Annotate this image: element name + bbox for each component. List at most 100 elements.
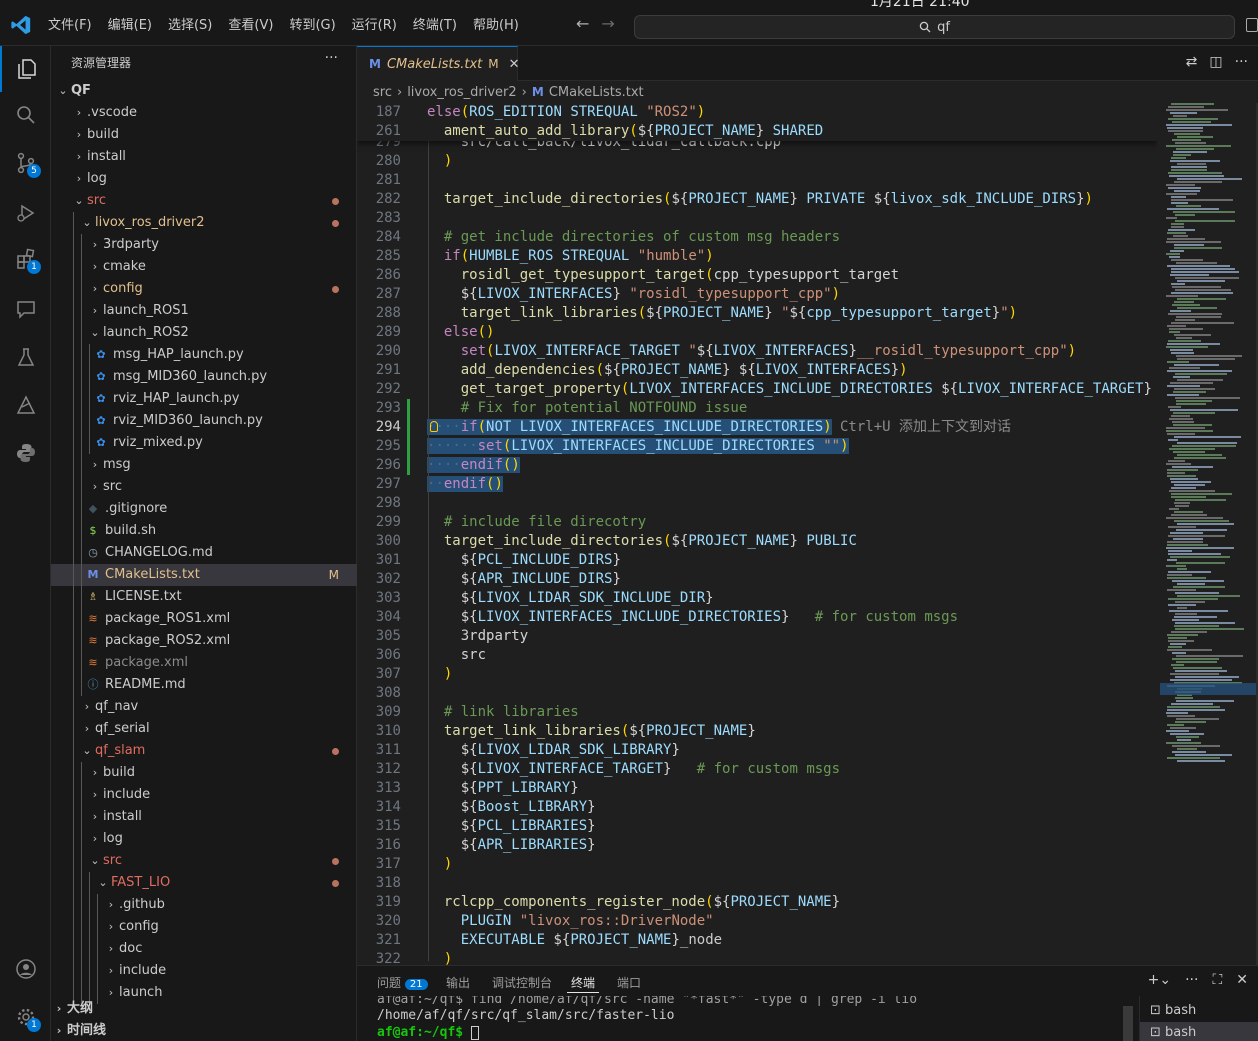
folder-item[interactable]: › log: [51, 828, 357, 850]
file-item[interactable]: ◷ CHANGELOG.md: [51, 542, 357, 564]
folder-item[interactable]: › config: [51, 916, 357, 938]
code-line[interactable]: 304 ${LIVOX_INTERFACES_INCLUDE_DIRECTORI…: [357, 608, 1157, 627]
source-control-activity[interactable]: 5: [0, 140, 51, 186]
code-line[interactable]: 296 ····endif(): [357, 456, 1157, 475]
testing-activity[interactable]: [0, 334, 51, 380]
menu-run[interactable]: 运行(R): [344, 16, 405, 36]
code-line[interactable]: 297 ··endif(): [357, 475, 1157, 494]
code-line[interactable]: 321 EXECUTABLE ${PROJECT_NAME}_node: [357, 931, 1157, 950]
tab-output[interactable]: 输出: [446, 974, 470, 991]
more-actions-icon[interactable]: ···: [1185, 972, 1198, 988]
command-center-search[interactable]: qf: [634, 15, 1235, 39]
file-item[interactable]: ✿ msg_MID360_launch.py: [51, 366, 357, 388]
code-line[interactable]: 320 PLUGIN "livox_ros::DriverNode": [357, 912, 1157, 931]
code-line[interactable]: 313 ${PPT_LIBRARY}: [357, 779, 1157, 798]
breadcrumb-livox[interactable]: livox_ros_driver2: [407, 85, 516, 100]
sticky-scroll-header[interactable]: 187 else(ROS_EDITION STREQUAL "ROS2") 261 …: [357, 103, 1157, 141]
code-line[interactable]: 318: [357, 874, 1157, 893]
sticky-line[interactable]: 187 else(ROS_EDITION STREQUAL "ROS2"): [357, 103, 1157, 122]
search-activity[interactable]: [0, 92, 51, 138]
more-actions-icon[interactable]: ···: [1235, 54, 1248, 70]
sticky-line[interactable]: 261 ament_auto_add_library(${PROJECT_NAM…: [357, 122, 1157, 141]
file-item[interactable]: ✿ rviz_mixed.py: [51, 432, 357, 454]
code-line[interactable]: 319 rclcpp_components_register_node(${PR…: [357, 893, 1157, 912]
code-line[interactable]: 298: [357, 494, 1157, 513]
compare-changes-icon[interactable]: ⇄: [1186, 54, 1198, 70]
folder-item[interactable]: ⌄ FAST_LIO: [51, 872, 357, 894]
remote-activity[interactable]: [0, 382, 51, 428]
file-item[interactable]: ⓘ README.md: [51, 674, 357, 696]
maximize-panel-icon[interactable]: ⛶: [1212, 972, 1222, 988]
code-line[interactable]: 308: [357, 684, 1157, 703]
code-line[interactable]: 306 src: [357, 646, 1157, 665]
menu-view[interactable]: 查看(V): [220, 16, 281, 36]
menu-selection[interactable]: 选择(S): [160, 16, 220, 36]
folder-item[interactable]: › build: [51, 124, 357, 146]
tab-debug-console[interactable]: 调试控制台: [492, 974, 552, 991]
new-terminal-icon[interactable]: +⌄: [1148, 972, 1171, 988]
menu-file[interactable]: 文件(F): [40, 16, 100, 36]
code-line[interactable]: 317 ): [357, 855, 1157, 874]
folder-item[interactable]: › launch_ROS1: [51, 300, 357, 322]
code-line[interactable]: 314 ${Boost_LIBRARY}: [357, 798, 1157, 817]
minimap[interactable]: [1160, 103, 1258, 965]
folder-item[interactable]: › install: [51, 146, 357, 168]
window-control-icon[interactable]: [1246, 18, 1258, 32]
folder-item[interactable]: › qf_serial: [51, 718, 357, 740]
code-line[interactable]: 316 ${APR_LIBRARIES}: [357, 836, 1157, 855]
folder-item[interactable]: › cmake: [51, 256, 357, 278]
folder-item[interactable]: ⌄ src: [51, 190, 357, 212]
code-line[interactable]: 300 target_include_directories(${PROJECT…: [357, 532, 1157, 551]
code-line[interactable]: 301 ${PCL_INCLUDE_DIRS}: [357, 551, 1157, 570]
code-line[interactable]: 292 get_target_property(LIVOX_INTERFACES…: [357, 380, 1157, 399]
folder-item[interactable]: › qf_nav: [51, 696, 357, 718]
outline-section[interactable]: › 大纲: [51, 998, 357, 1020]
terminal-item-2[interactable]: ⊡ bash: [1140, 1022, 1258, 1041]
code-line[interactable]: 290 set(LIVOX_INTERFACE_TARGET "${LIVOX_…: [357, 342, 1157, 361]
code-line[interactable]: 287 ${LIVOX_INTERFACES} "rosidl_typesupp…: [357, 285, 1157, 304]
code-line[interactable]: 311 ${LIVOX_LIDAR_SDK_LIBRARY}: [357, 741, 1157, 760]
code-line[interactable]: 315 ${PCL_LIBRARIES}: [357, 817, 1157, 836]
explorer-activity[interactable]: [0, 46, 51, 92]
folder-item[interactable]: ⌄ src: [51, 850, 357, 872]
folder-item[interactable]: › doc: [51, 938, 357, 960]
menu-help[interactable]: 帮助(H): [465, 16, 527, 36]
code-line[interactable]: 281: [357, 171, 1157, 190]
menu-edit[interactable]: 编辑(E): [100, 16, 160, 36]
extensions-activity[interactable]: 1: [0, 236, 51, 282]
code-line[interactable]: 302 ${APR_INCLUDE_DIRS}: [357, 570, 1157, 589]
file-item[interactable]: ◆ .gitignore: [51, 498, 357, 520]
lightbulb-icon[interactable]: [430, 421, 438, 432]
back-arrow-icon[interactable]: ←: [576, 14, 589, 33]
folder-item[interactable]: › build: [51, 762, 357, 784]
code-line[interactable]: 310 target_link_libraries(${PROJECT_NAME…: [357, 722, 1157, 741]
folder-item[interactable]: › .vscode: [51, 102, 357, 124]
code-line[interactable]: 307 ): [357, 665, 1157, 684]
code-line[interactable]: 322 ): [357, 950, 1157, 965]
file-item[interactable]: ✿ msg_HAP_launch.py: [51, 344, 357, 366]
code-line[interactable]: 309 # link libraries: [357, 703, 1157, 722]
code-line[interactable]: 280 ): [357, 152, 1157, 171]
terminal-scrollbar[interactable]: [1123, 1006, 1133, 1041]
code-line[interactable]: 312 ${LIVOX_INTERFACE_TARGET} # for cust…: [357, 760, 1157, 779]
file-item[interactable]: ♗ LICENSE.txt: [51, 586, 357, 608]
code-line[interactable]: 282 target_include_directories(${PROJECT…: [357, 190, 1157, 209]
timeline-section[interactable]: › 时间线: [51, 1020, 357, 1041]
folder-item[interactable]: › config: [51, 278, 357, 300]
breadcrumb-file[interactable]: CMakeLists.txt: [549, 85, 644, 100]
tab-problems[interactable]: 问题 21: [377, 974, 428, 991]
file-item[interactable]: ≋ package_ROS2.xml: [51, 630, 357, 652]
code-line[interactable]: 286 rosidl_get_typesupport_target(cpp_ty…: [357, 266, 1157, 285]
tab-cmakelists[interactable]: M CMakeLists.txt M ✕: [357, 46, 520, 81]
workspace-root[interactable]: ⌄ QF: [51, 80, 357, 102]
folder-item[interactable]: › msg: [51, 454, 357, 476]
chat-activity[interactable]: [0, 286, 51, 332]
code-line[interactable]: 291 add_dependencies(${PROJECT_NAME} ${L…: [357, 361, 1157, 380]
menu-terminal[interactable]: 终端(T): [405, 16, 465, 36]
more-actions-icon[interactable]: ···: [325, 50, 338, 66]
file-item[interactable]: ≋ package_ROS1.xml: [51, 608, 357, 630]
code-editor[interactable]: 279 src/call_back/livox_lidar_callback.c…: [357, 103, 1157, 965]
code-line[interactable]: 303 ${LIVOX_LIDAR_SDK_INCLUDE_DIR}: [357, 589, 1157, 608]
tab-ports[interactable]: 端口: [617, 974, 641, 991]
folder-item[interactable]: › 3rdparty: [51, 234, 357, 256]
